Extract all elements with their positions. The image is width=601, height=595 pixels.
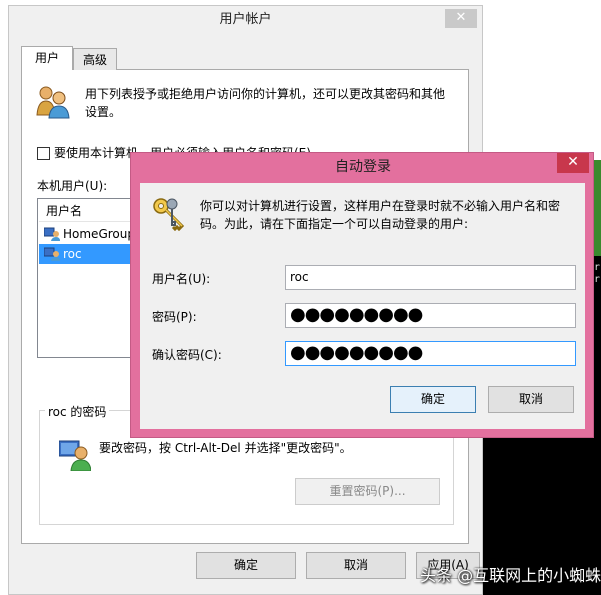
keys-icon [152,197,188,234]
list-item-name: roc [63,247,82,261]
user-icon [43,227,60,244]
username-label: 用户名(U): [152,272,211,286]
terminal-text: r r [594,262,601,285]
username-field[interactable]: roc [285,265,576,290]
confirm-password-label: 确认密码(C): [152,348,222,362]
must-enter-password-checkbox[interactable] [37,147,50,160]
users-icon [35,85,71,122]
password-field[interactable]: ●●●●●●●●● [285,303,576,328]
list-header-username[interactable]: 用户名 [39,200,137,222]
users-list[interactable]: 用户名 HomeGroup roc [37,198,137,358]
ok-button[interactable]: 确定 [196,552,296,579]
list-item-selected[interactable]: roc [39,244,137,264]
watermark-text: 头条 @互联网上的小蜘蛛 [420,566,601,585]
dialog-body: 你可以对计算机进行设置，这样用户在登录时就不必输入用户名和密码。为此，请在下面指… [140,183,585,429]
title-bar: 用户帐户 ✕ [9,6,482,36]
user-icon [58,439,92,474]
password-hint: 要改密码，按 Ctrl-Alt-Del 并选择"更改密码"。 [99,441,352,455]
reset-password-button[interactable]: 重置密码(P)... [295,478,440,505]
dialog-description: 你可以对计算机进行设置，这样用户在登录时就不必输入用户名和密码。为此，请在下面指… [200,199,561,231]
user-icon [43,247,60,264]
password-group-label: roc 的密码 [45,403,110,420]
list-item-name: HomeGroup [63,227,135,241]
tab-users[interactable]: 用户 [21,46,73,70]
auto-logon-dialog: 自动登录 ✕ 你可以对计算机进行设置，这样用户在登录时就不必输入用户名和密码。为… [130,152,594,438]
confirm-password-field[interactable]: ●●●●●●●●● [285,341,576,366]
dialog-title: 自动登录 [335,159,391,175]
ok-button[interactable]: 确定 [390,386,476,413]
close-button[interactable]: ✕ [557,153,589,173]
close-button[interactable]: ✕ [445,9,477,28]
local-users-label: 本机用户(U): [37,179,108,193]
password-label: 密码(P): [152,310,197,324]
cancel-button[interactable]: 取消 [306,552,406,579]
list-item[interactable]: HomeGroup [39,224,137,244]
window-description: 用下列表授予或拒绝用户访问你的计算机，还可以更改其密码和其他设置。 [85,87,446,119]
tab-advanced[interactable]: 高级 [73,48,117,70]
window-title: 用户帐户 [219,12,272,27]
cancel-button[interactable]: 取消 [488,386,574,413]
